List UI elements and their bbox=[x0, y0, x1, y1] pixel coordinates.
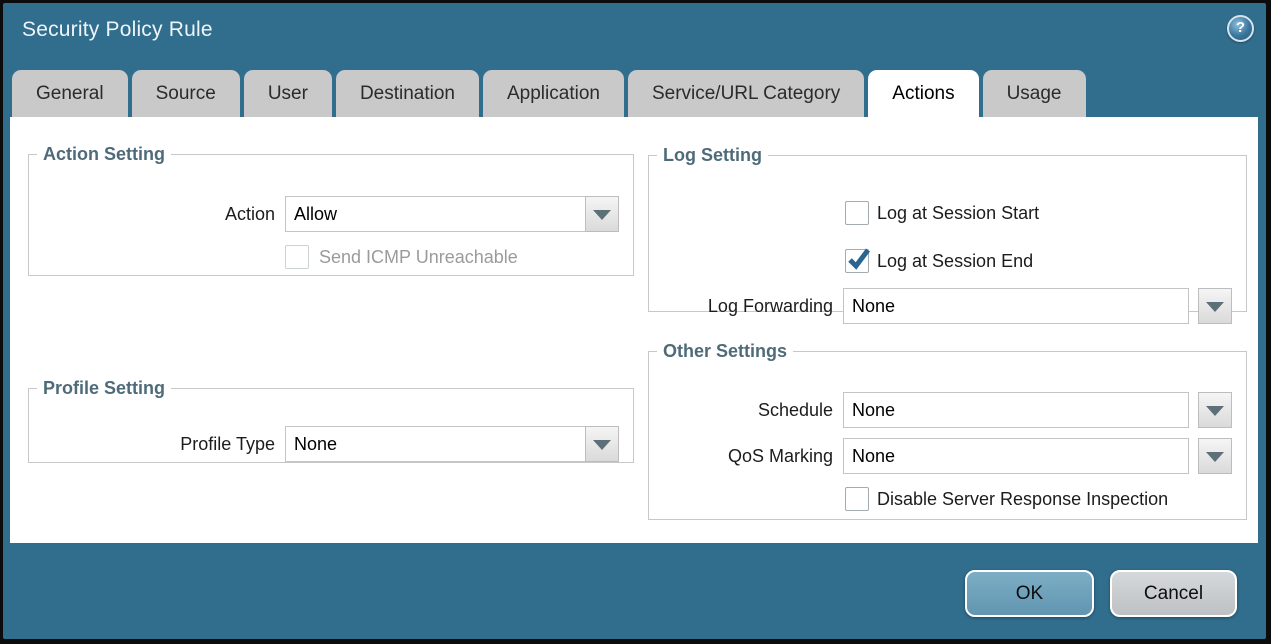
log-at-session-start-label: Log at Session Start bbox=[877, 201, 1039, 225]
tab-destination[interactable]: Destination bbox=[336, 70, 479, 117]
action-setting-legend: Action Setting bbox=[37, 144, 171, 165]
log-at-session-start-checkbox[interactable] bbox=[845, 201, 869, 225]
log-forwarding-dropdown[interactable]: None bbox=[843, 288, 1189, 324]
caret-down-icon bbox=[1206, 452, 1224, 462]
disable-server-response-inspection-checkbox[interactable] bbox=[845, 487, 869, 511]
other-settings-legend: Other Settings bbox=[657, 341, 793, 362]
schedule-dropdown-arrow-button[interactable] bbox=[1198, 392, 1232, 428]
log-at-session-end-checkbox[interactable] bbox=[845, 249, 869, 273]
caret-down-icon bbox=[1206, 406, 1224, 416]
dialog-title: Security Policy Rule bbox=[22, 18, 213, 42]
checkmark-icon bbox=[845, 246, 871, 272]
caret-down-icon bbox=[593, 210, 611, 220]
content-panel: Action Setting Action Allow Send ICMP Un… bbox=[10, 117, 1258, 543]
send-icmp-unreachable-label: Send ICMP Unreachable bbox=[319, 245, 518, 269]
profile-type-label: Profile Type bbox=[75, 426, 275, 462]
profile-setting-group: Profile Setting Profile Type None bbox=[28, 378, 634, 463]
log-at-session-end-label: Log at Session End bbox=[877, 249, 1033, 273]
profile-setting-legend: Profile Setting bbox=[37, 378, 171, 399]
send-icmp-unreachable-checkbox bbox=[285, 245, 309, 269]
schedule-label: Schedule bbox=[653, 392, 833, 428]
profile-type-dropdown-arrow-button[interactable] bbox=[585, 426, 619, 462]
action-dropdown-arrow-button[interactable] bbox=[585, 196, 619, 232]
disable-server-response-inspection-label: Disable Server Response Inspection bbox=[877, 487, 1168, 511]
tab-general[interactable]: General bbox=[12, 70, 128, 117]
caret-down-icon bbox=[1206, 302, 1224, 312]
help-icon[interactable]: ? bbox=[1227, 15, 1254, 42]
tab-service-url-category[interactable]: Service/URL Category bbox=[628, 70, 864, 117]
tab-bar: General Source User Destination Applicat… bbox=[12, 70, 1086, 117]
tab-source[interactable]: Source bbox=[132, 70, 240, 117]
tab-actions[interactable]: Actions bbox=[868, 70, 978, 117]
tab-user[interactable]: User bbox=[244, 70, 332, 117]
log-forwarding-label: Log Forwarding bbox=[653, 288, 833, 324]
schedule-dropdown[interactable]: None bbox=[843, 392, 1189, 428]
qos-marking-dropdown[interactable]: None bbox=[843, 438, 1189, 474]
tab-application[interactable]: Application bbox=[483, 70, 624, 117]
tab-usage[interactable]: Usage bbox=[983, 70, 1086, 117]
log-forwarding-dropdown-arrow-button[interactable] bbox=[1198, 288, 1232, 324]
other-settings-group: Other Settings Schedule None QoS Marking… bbox=[648, 341, 1247, 520]
caret-down-icon bbox=[593, 440, 611, 450]
action-dropdown[interactable]: Allow bbox=[285, 196, 586, 232]
action-label: Action bbox=[75, 196, 275, 232]
profile-type-dropdown[interactable]: None bbox=[285, 426, 586, 462]
security-policy-rule-dialog: Security Policy Rule ? General Source Us… bbox=[0, 0, 1271, 644]
action-setting-group: Action Setting Action Allow Send ICMP Un… bbox=[28, 144, 634, 276]
qos-marking-dropdown-arrow-button[interactable] bbox=[1198, 438, 1232, 474]
log-setting-group: Log Setting Log at Session Start Log at … bbox=[648, 145, 1247, 312]
qos-marking-label: QoS Marking bbox=[653, 438, 833, 474]
question-mark-glyph: ? bbox=[1229, 19, 1252, 36]
ok-button[interactable]: OK bbox=[965, 570, 1094, 617]
log-setting-legend: Log Setting bbox=[657, 145, 768, 166]
cancel-button[interactable]: Cancel bbox=[1110, 570, 1237, 617]
